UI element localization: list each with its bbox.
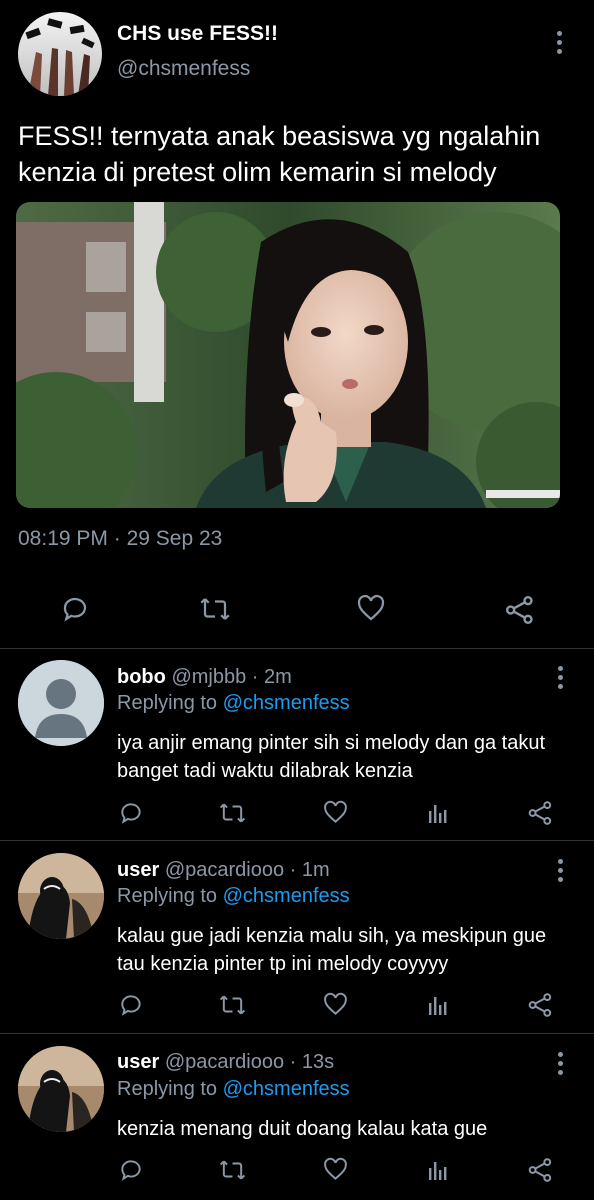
avatar[interactable] xyxy=(18,660,104,746)
analytics-icon[interactable] xyxy=(426,800,450,826)
like-icon[interactable] xyxy=(322,1157,349,1183)
more-options-icon[interactable] xyxy=(557,859,563,882)
profile-avatar[interactable] xyxy=(18,12,102,96)
reply-icon[interactable] xyxy=(118,1157,144,1183)
retweet-icon[interactable] xyxy=(198,594,232,624)
replying-to: Replying to @chsmenfess xyxy=(117,692,350,715)
reply-time: · 2m xyxy=(251,666,292,688)
replying-to: Replying to @chsmenfess xyxy=(117,1078,350,1101)
tweet-media-image[interactable] xyxy=(16,202,560,508)
more-options-icon[interactable] xyxy=(557,666,563,689)
tweet-timestamp[interactable]: 08:19 PM · 29 Sep 23 xyxy=(18,527,222,551)
like-icon[interactable] xyxy=(322,992,349,1018)
divider xyxy=(0,1033,594,1034)
reply-text: iya anjir emang pinter sih si melody dan… xyxy=(117,732,546,782)
avatar[interactable] xyxy=(18,1046,104,1132)
like-icon[interactable] xyxy=(355,594,387,624)
reply-icon[interactable] xyxy=(118,992,144,1018)
analytics-icon[interactable] xyxy=(426,992,450,1018)
reply-icon[interactable] xyxy=(118,800,144,826)
reply-text: kenzia menang duit doang kalau kata gue xyxy=(117,1118,488,1140)
display-name[interactable]: CHS use FESS!! xyxy=(117,22,278,46)
replying-to-link[interactable]: @chsmenfess xyxy=(223,692,350,714)
reply-time: · 13s xyxy=(289,1051,335,1073)
tweet-time: 08:19 PM xyxy=(18,527,108,550)
reply-author-handle[interactable]: @mjbbb xyxy=(171,666,246,688)
reply-icon[interactable] xyxy=(60,594,90,624)
retweet-icon[interactable] xyxy=(218,992,247,1018)
replying-label: Replying to xyxy=(117,692,218,714)
reply-header: user @pacardiooo · 1m xyxy=(117,859,330,882)
reply-author-name[interactable]: user xyxy=(117,859,159,881)
retweet-icon[interactable] xyxy=(218,800,247,826)
replying-label: Replying to xyxy=(117,885,218,907)
reply-header: user @pacardiooo · 13s xyxy=(117,1051,334,1074)
share-icon[interactable] xyxy=(527,991,554,1019)
reply-time: · 1m xyxy=(289,859,330,881)
replying-label: Replying to xyxy=(117,1078,218,1100)
share-icon[interactable] xyxy=(527,1156,554,1184)
share-icon[interactable] xyxy=(527,799,554,827)
reply-author-name[interactable]: bobo xyxy=(117,666,166,688)
avatar[interactable] xyxy=(18,853,104,939)
tweet-text: FESS!! ternyata anak beasiswa yg ngalahi… xyxy=(18,121,541,187)
timestamp-separator: · xyxy=(113,527,121,550)
more-options-icon[interactable] xyxy=(557,1052,563,1075)
retweet-icon[interactable] xyxy=(218,1157,247,1183)
tweet-date: 29 Sep 23 xyxy=(126,527,223,550)
like-icon[interactable] xyxy=(322,800,349,826)
reply-author-handle[interactable]: @pacardiooo xyxy=(165,859,284,881)
replying-to: Replying to @chsmenfess xyxy=(117,885,350,908)
more-options-icon[interactable] xyxy=(556,31,562,54)
replying-to-link[interactable]: @chsmenfess xyxy=(223,1078,350,1100)
replying-to-link[interactable]: @chsmenfess xyxy=(223,885,350,907)
divider xyxy=(0,648,594,649)
analytics-icon[interactable] xyxy=(426,1157,450,1183)
user-handle[interactable]: @chsmenfess xyxy=(117,57,250,81)
share-icon[interactable] xyxy=(504,594,536,626)
reply-author-handle[interactable]: @pacardiooo xyxy=(165,1051,284,1073)
reply-text: kalau gue jadi kenzia malu sih, ya meski… xyxy=(117,925,547,975)
reply-header: bobo @mjbbb · 2m xyxy=(117,666,292,689)
divider xyxy=(0,840,594,841)
reply-author-name[interactable]: user xyxy=(117,1051,159,1073)
